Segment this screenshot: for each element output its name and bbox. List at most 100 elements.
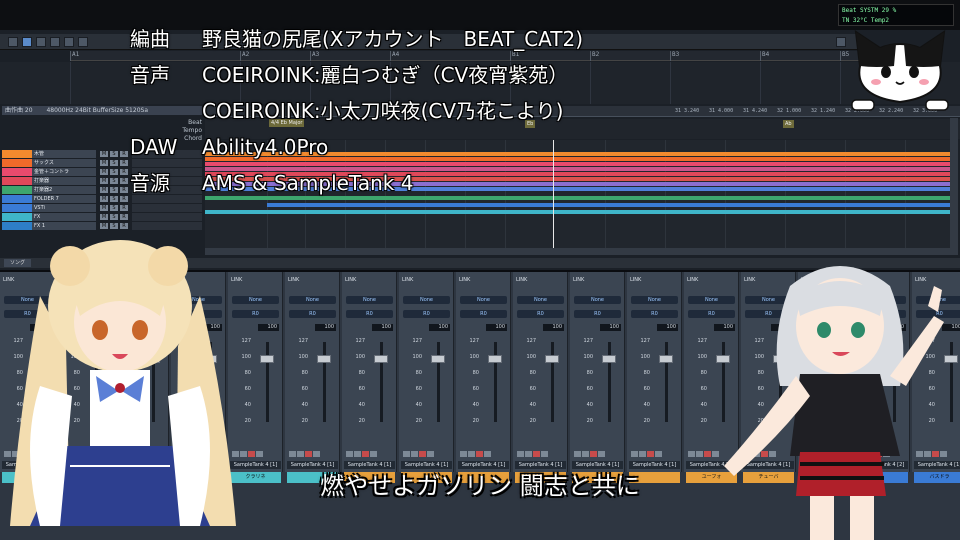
mute-button[interactable]: [631, 451, 638, 457]
mute-button[interactable]: [460, 451, 467, 457]
pan-value[interactable]: 100: [258, 324, 279, 331]
volume-fader[interactable]: [431, 355, 445, 363]
track-r-button[interactable]: R: [120, 214, 128, 220]
monitor-button[interactable]: [598, 451, 605, 457]
window-close-icon[interactable]: [836, 37, 846, 47]
solo-button[interactable]: [297, 451, 304, 457]
track-name[interactable]: 打楽器: [32, 177, 96, 185]
fader-track[interactable]: [494, 342, 497, 422]
select-tool-icon[interactable]: [8, 37, 18, 47]
mute-button[interactable]: [517, 451, 524, 457]
monitor-button[interactable]: [256, 451, 263, 457]
input-select[interactable]: None: [517, 296, 564, 304]
track-m-button[interactable]: M: [100, 151, 108, 157]
solo-button[interactable]: [639, 451, 646, 457]
track-name[interactable]: 打楽器2: [32, 186, 96, 194]
track-m-button[interactable]: M: [100, 214, 108, 220]
link-toggle[interactable]: LINK: [459, 277, 470, 283]
solo-button[interactable]: [411, 451, 418, 457]
mute-button[interactable]: [346, 451, 353, 457]
input-select[interactable]: None: [346, 296, 393, 304]
link-toggle[interactable]: LINK: [573, 277, 584, 283]
track-row[interactable]: FX M S R: [2, 213, 202, 221]
track-name[interactable]: 金管＋コントラ: [32, 168, 96, 176]
link-toggle[interactable]: LINK: [345, 277, 356, 283]
zoom-tool-icon[interactable]: [78, 37, 88, 47]
fader-track[interactable]: [551, 342, 554, 422]
link-toggle[interactable]: LINK: [630, 277, 641, 283]
volume-fader[interactable]: [602, 355, 616, 363]
track-name[interactable]: FOLDER 7: [32, 195, 96, 203]
track-m-button[interactable]: M: [100, 178, 108, 184]
track-name[interactable]: FX: [32, 213, 96, 221]
volume-fader[interactable]: [545, 355, 559, 363]
solo-button[interactable]: [468, 451, 475, 457]
output-select[interactable]: R0: [460, 310, 507, 318]
scissors-tool-icon[interactable]: [36, 37, 46, 47]
volume-fader[interactable]: [317, 355, 331, 363]
volume-fader[interactable]: [659, 355, 673, 363]
pencil-tool-icon[interactable]: [50, 37, 60, 47]
mute-button[interactable]: [574, 451, 581, 457]
track-name[interactable]: サックス: [32, 159, 96, 167]
mute-button[interactable]: [403, 451, 410, 457]
track-m-button[interactable]: M: [100, 196, 108, 202]
rec-button[interactable]: [647, 451, 654, 457]
chord-marker[interactable]: Ab: [783, 120, 794, 128]
output-select[interactable]: R0: [574, 310, 621, 318]
track-r-button[interactable]: R: [120, 169, 128, 175]
track-name[interactable]: VSTi: [32, 204, 96, 212]
input-select[interactable]: None: [289, 296, 336, 304]
link-toggle[interactable]: LINK: [402, 277, 413, 283]
input-select[interactable]: None: [631, 296, 678, 304]
rec-button[interactable]: [590, 451, 597, 457]
mute-button[interactable]: [289, 451, 296, 457]
input-select[interactable]: None: [403, 296, 450, 304]
pan-value[interactable]: 100: [657, 324, 678, 331]
track-m-button[interactable]: M: [100, 187, 108, 193]
track-s-button[interactable]: S: [110, 196, 118, 202]
rec-button[interactable]: [362, 451, 369, 457]
output-select[interactable]: R0: [517, 310, 564, 318]
track-s-button[interactable]: S: [110, 160, 118, 166]
pan-value[interactable]: 100: [486, 324, 507, 331]
link-toggle[interactable]: LINK: [516, 277, 527, 283]
fader-track[interactable]: [608, 342, 611, 422]
monitor-button[interactable]: [484, 451, 491, 457]
rec-button[interactable]: [533, 451, 540, 457]
pan-value[interactable]: 100: [429, 324, 450, 331]
track-m-button[interactable]: M: [100, 169, 108, 175]
fader-track[interactable]: [266, 342, 269, 422]
input-select[interactable]: None: [574, 296, 621, 304]
track-m-button[interactable]: M: [100, 205, 108, 211]
vertical-scrollbar[interactable]: [950, 118, 958, 255]
track-r-button[interactable]: R: [120, 151, 128, 157]
horizontal-scrollbar[interactable]: [205, 248, 950, 255]
output-select[interactable]: R0: [346, 310, 393, 318]
link-toggle[interactable]: LINK: [288, 277, 299, 283]
pan-value[interactable]: 100: [315, 324, 336, 331]
mute-button[interactable]: [688, 451, 695, 457]
track-s-button[interactable]: S: [110, 214, 118, 220]
track-s-button[interactable]: S: [110, 169, 118, 175]
monitor-button[interactable]: [313, 451, 320, 457]
input-select[interactable]: None: [460, 296, 507, 304]
output-select[interactable]: R0: [289, 310, 336, 318]
fader-track[interactable]: [437, 342, 440, 422]
fader-track[interactable]: [323, 342, 326, 422]
solo-button[interactable]: [354, 451, 361, 457]
monitor-button[interactable]: [541, 451, 548, 457]
track-row[interactable]: VSTi M S R: [2, 204, 202, 212]
track-r-button[interactable]: R: [120, 196, 128, 202]
fader-track[interactable]: [665, 342, 668, 422]
track-r-button[interactable]: R: [120, 187, 128, 193]
track-lane[interactable]: [205, 210, 950, 214]
volume-fader[interactable]: [488, 355, 502, 363]
output-select[interactable]: R0: [403, 310, 450, 318]
track-s-button[interactable]: S: [110, 178, 118, 184]
volume-fader[interactable]: [260, 355, 274, 363]
track-r-button[interactable]: R: [120, 178, 128, 184]
rec-button[interactable]: [419, 451, 426, 457]
track-r-button[interactable]: R: [120, 160, 128, 166]
track-name[interactable]: 木管: [32, 150, 96, 158]
